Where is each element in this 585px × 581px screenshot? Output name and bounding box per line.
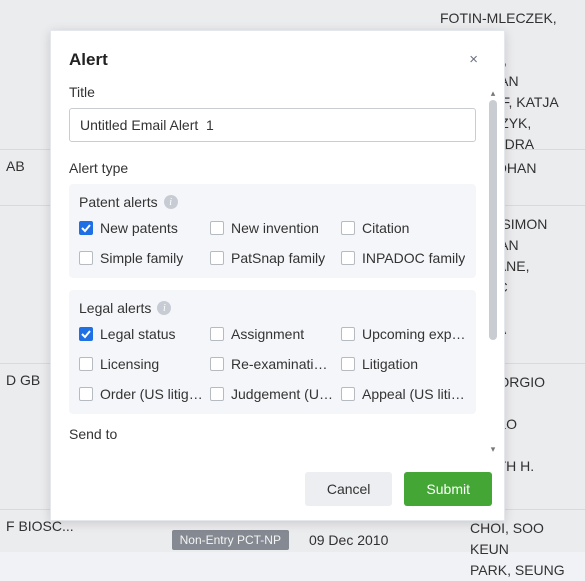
modal-scrollbar[interactable]: ▴ ▾ — [489, 88, 497, 454]
title-label: Title — [69, 84, 476, 100]
modal-footer: Cancel Submit — [51, 458, 504, 520]
checkbox-label: PatSnap family — [231, 250, 325, 266]
checkbox-box[interactable] — [341, 387, 355, 401]
info-icon[interactable]: i — [157, 301, 171, 315]
checkbox-box[interactable] — [210, 387, 224, 401]
checkbox-box[interactable] — [79, 387, 93, 401]
submit-button[interactable]: Submit — [404, 472, 492, 506]
checkbox-new-patents[interactable]: New patents — [79, 220, 204, 236]
checkbox-box[interactable] — [341, 251, 355, 265]
alert-modal: Alert × Title Alert type Patent alerts i… — [50, 30, 505, 521]
cancel-button[interactable]: Cancel — [305, 472, 393, 506]
checkbox-upcoming-expiration[interactable]: Upcoming expir... — [341, 326, 466, 342]
checkbox-box[interactable] — [79, 221, 93, 235]
checkbox-label: Upcoming expir... — [362, 326, 466, 342]
checkbox-citation[interactable]: Citation — [341, 220, 466, 236]
modal-body: Title Alert type Patent alerts i New pat… — [69, 84, 476, 458]
checkbox-inpadoc-family[interactable]: INPADOC family — [341, 250, 466, 266]
checkbox-label: Order (US litigati... — [100, 386, 204, 402]
checkbox-label: Assignment — [231, 326, 304, 342]
checkbox-label: Appeal (US litig... — [362, 386, 466, 402]
checkbox-box[interactable] — [79, 357, 93, 371]
checkbox-licensing[interactable]: Licensing — [79, 356, 204, 372]
checkbox-patsnap-family[interactable]: PatSnap family — [210, 250, 335, 266]
checkbox-appeal-us-litigation[interactable]: Appeal (US litig... — [341, 386, 466, 402]
checkbox-label: Simple family — [100, 250, 183, 266]
checkbox-label: Licensing — [100, 356, 159, 372]
checkbox-box[interactable] — [210, 357, 224, 371]
checkbox-label: INPADOC family — [362, 250, 465, 266]
checkbox-litigation[interactable]: Litigation — [341, 356, 466, 372]
legal-alerts-header-text: Legal alerts — [79, 300, 151, 316]
title-input[interactable] — [69, 108, 476, 142]
checkbox-box[interactable] — [341, 327, 355, 341]
scrollbar-track[interactable]: ▴ ▾ — [489, 88, 497, 454]
modal-body-wrap: Title Alert type Patent alerts i New pat… — [51, 84, 504, 458]
patent-checkbox-grid: New patents New invention Citation Simpl… — [79, 220, 466, 266]
modal-title: Alert — [69, 50, 108, 70]
checkbox-label: Judgement (US l... — [231, 386, 335, 402]
checkbox-re-examination[interactable]: Re-examination/... — [210, 356, 335, 372]
checkbox-order-us-litigation[interactable]: Order (US litigati... — [79, 386, 204, 402]
checkbox-legal-status[interactable]: Legal status — [79, 326, 204, 342]
checkbox-box[interactable] — [210, 251, 224, 265]
checkbox-box[interactable] — [79, 251, 93, 265]
checkbox-assignment[interactable]: Assignment — [210, 326, 335, 342]
scroll-down-arrow-icon[interactable]: ▾ — [489, 444, 497, 454]
legal-alerts-panel: Legal alerts i Legal status Assignment U… — [69, 290, 476, 414]
checkbox-label: Litigation — [362, 356, 418, 372]
checkbox-label: Legal status — [100, 326, 176, 342]
checkbox-box[interactable] — [341, 357, 355, 371]
checkbox-simple-family[interactable]: Simple family — [79, 250, 204, 266]
checkbox-box[interactable] — [210, 327, 224, 341]
scrollbar-thumb[interactable] — [489, 100, 497, 340]
checkbox-box[interactable] — [210, 221, 224, 235]
patent-alerts-header: Patent alerts i — [79, 194, 466, 210]
legal-alerts-header: Legal alerts i — [79, 300, 466, 316]
info-icon[interactable]: i — [164, 195, 178, 209]
checkbox-label: New patents — [100, 220, 178, 236]
modal-header: Alert × — [51, 31, 504, 84]
checkbox-box[interactable] — [79, 327, 93, 341]
checkbox-label: Citation — [362, 220, 409, 236]
close-button[interactable]: × — [465, 49, 482, 70]
send-to-label: Send to — [69, 426, 476, 442]
checkbox-judgement-us-litigation[interactable]: Judgement (US l... — [210, 386, 335, 402]
patent-alerts-header-text: Patent alerts — [79, 194, 158, 210]
checkbox-label: New invention — [231, 220, 319, 236]
scroll-up-arrow-icon[interactable]: ▴ — [489, 88, 497, 98]
checkbox-new-invention[interactable]: New invention — [210, 220, 335, 236]
checkbox-box[interactable] — [341, 221, 355, 235]
alert-type-label: Alert type — [69, 160, 476, 176]
checkbox-label: Re-examination/... — [231, 356, 335, 372]
legal-checkbox-grid: Legal status Assignment Upcoming expir..… — [79, 326, 466, 402]
patent-alerts-panel: Patent alerts i New patents New inventio… — [69, 184, 476, 278]
